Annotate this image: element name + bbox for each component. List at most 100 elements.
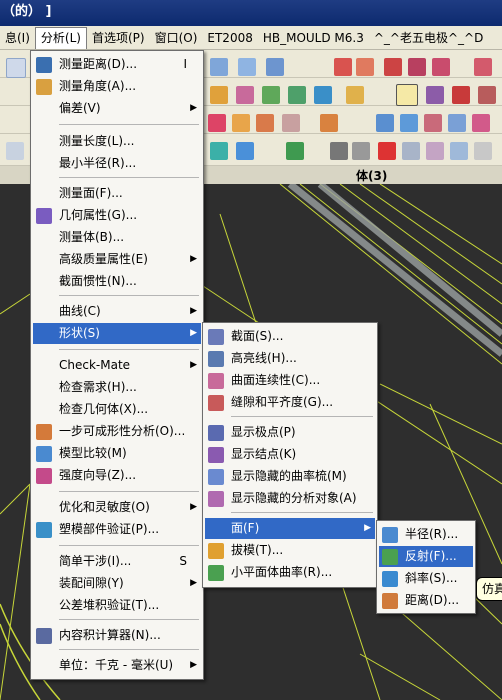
measure-icon[interactable] (426, 86, 444, 104)
volume-calculator-icon (36, 628, 52, 644)
shape-menu-item[interactable]: 显示结点(K) (205, 444, 375, 465)
face-menu-item[interactable]: 反射(F)... (379, 546, 473, 567)
view-icon[interactable] (266, 58, 284, 76)
tool-icon[interactable] (402, 142, 420, 160)
analysis-menu-item[interactable]: 最小半径(R)... (33, 153, 201, 174)
link-icon[interactable] (396, 84, 418, 106)
analysis-menu-item[interactable]: 截面惯性(N)... (33, 271, 201, 292)
analysis-menu-item[interactable]: 测量距离(D)... I (33, 54, 201, 75)
surface-icon[interactable] (288, 86, 306, 104)
shape-menu-item[interactable]: 截面(S)... (205, 326, 375, 347)
tool-icon[interactable] (352, 142, 370, 160)
menu-separator (59, 619, 199, 620)
sheet-icon[interactable] (376, 114, 394, 132)
feature-icon[interactable] (208, 114, 226, 132)
zoom-icon[interactable] (6, 58, 26, 78)
analysis-menu-item[interactable]: 测量角度(A)... (33, 76, 201, 97)
analysis-menu-item[interactable]: 塑模部件验证(P)... (33, 519, 201, 540)
shape-menu-item[interactable]: 高亮线(H)... (205, 348, 375, 369)
menu-analysis[interactable]: 分析(L) (34, 26, 87, 49)
face-menu-item[interactable]: 半径(R)... (379, 524, 473, 545)
analysis-menu-item[interactable]: 形状(S) ▶ (33, 323, 201, 344)
feature-icon[interactable] (232, 114, 250, 132)
tool-icon[interactable] (450, 142, 468, 160)
feature-icon[interactable] (282, 114, 300, 132)
menu-preferences[interactable]: 首选项(P) (87, 28, 150, 48)
menu-et2008[interactable]: ET2008 (202, 28, 257, 48)
view-icon[interactable] (238, 58, 256, 76)
shading-icon[interactable] (210, 86, 228, 104)
arc-icon[interactable] (356, 58, 374, 76)
menu-window[interactable]: 窗口(O) (150, 28, 203, 48)
face-menu-item-label: 斜率(S)... (405, 571, 458, 585)
curve-icon[interactable] (474, 58, 492, 76)
shape-menu-item[interactable]: 显示极点(P) (205, 422, 375, 443)
sheet-icon[interactable] (400, 114, 418, 132)
analysis-menu-item[interactable]: 公差堆积验证(T)... (33, 595, 201, 616)
tool-icon[interactable] (236, 142, 254, 160)
analysis-menu-item[interactable]: 几何属性(G)... (33, 205, 201, 226)
analysis-menu-item-label: 模型比较(M) (59, 446, 127, 460)
analysis-menu-item[interactable]: 检查需求(H)... (33, 377, 201, 398)
surface-icon[interactable] (262, 86, 280, 104)
analysis-menu-item-label: 形状(S) (59, 326, 100, 340)
analysis-menu-item-label: 简单干涉(I)... (59, 554, 132, 568)
analysis-menu-item[interactable]: 曲线(C) ▶ (33, 301, 201, 322)
menu-electrode[interactable]: ^_^老五电极^_^D (369, 28, 488, 48)
render-icon[interactable] (236, 86, 254, 104)
analysis-menu-item[interactable]: Check-Mate ▶ (33, 355, 201, 376)
tool-icon[interactable] (286, 142, 304, 160)
shape-menu-item[interactable]: 小平面体曲率(R)... (205, 562, 375, 583)
move-icon[interactable] (432, 58, 450, 76)
analysis-menu-item[interactable]: 单位：千克 - 毫米(U) ▶ (33, 655, 201, 676)
line-icon[interactable] (334, 58, 352, 76)
face-menu-item[interactable]: 斜率(S)... (379, 568, 473, 589)
analysis-menu-item[interactable]: 测量长度(L)... (33, 131, 201, 152)
analysis-menu-item[interactable]: 简单干涉(I)... S (33, 551, 201, 572)
analysis-menu-item[interactable]: 一步可成形性分析(O)... (33, 421, 201, 442)
angle-icon[interactable] (452, 86, 470, 104)
tool-icon[interactable] (210, 142, 228, 160)
sheet-icon[interactable] (472, 114, 490, 132)
analysis-menu-item[interactable]: 内容积计算器(N)... (33, 625, 201, 646)
menu-separator (59, 349, 199, 350)
text-icon[interactable] (384, 58, 402, 76)
analysis-menu-item-label: Check-Mate (59, 358, 131, 372)
shape-menu-item[interactable]: 曲面连续性(C)... (205, 370, 375, 391)
analysis-menu-item-label: 几何属性(G)... (59, 208, 138, 222)
analysis-menu-item[interactable]: 测量面(F)... (33, 183, 201, 204)
view-icon[interactable] (210, 58, 228, 76)
sheet-icon[interactable] (424, 114, 442, 132)
analysis-menu-item[interactable]: 模型比较(M) (33, 443, 201, 464)
analysis-menu-item-label: 优化和灵敏度(O) (59, 500, 150, 514)
menu-hb-mould[interactable]: HB_MOULD M6.3 (258, 28, 369, 48)
point-icon[interactable] (408, 58, 426, 76)
surface-icon[interactable] (314, 86, 332, 104)
face-menu-item[interactable]: 距离(D)... (379, 590, 473, 611)
shape-menu-item[interactable]: 显示隐藏的分析对象(A) (205, 488, 375, 509)
analysis-menu-item[interactable]: 检查几何体(X)... (33, 399, 201, 420)
analysis-menu-item[interactable]: 强度向导(Z)... (33, 465, 201, 486)
shape-menu-item[interactable]: 拔模(T)... (205, 540, 375, 561)
tool-icon[interactable] (474, 142, 492, 160)
tool-icon[interactable] (6, 142, 24, 160)
menu-info[interactable]: 息(I) (0, 28, 35, 48)
shape-menu-item[interactable]: 面(F) ▶ (205, 518, 375, 539)
feature-icon[interactable] (256, 114, 274, 132)
analysis-menu-item[interactable]: 优化和灵敏度(O) ▶ (33, 497, 201, 518)
title-bar: （的） ] (0, 0, 502, 26)
shape-menu-item[interactable]: 显示隐藏的曲率梳(M) (205, 466, 375, 487)
layer-icon[interactable] (346, 86, 364, 104)
tool-icon[interactable] (426, 142, 444, 160)
analysis-menu-item[interactable]: 偏差(V) ▶ (33, 98, 201, 119)
shape-menu-item[interactable]: 缝隙和平齐度(G)... (205, 392, 375, 413)
strength-wizard-icon (36, 468, 52, 484)
angle-icon[interactable] (478, 86, 496, 104)
analysis-menu-item[interactable]: 装配间隙(Y) ▶ (33, 573, 201, 594)
tool-icon[interactable] (378, 142, 396, 160)
sheet-icon[interactable] (448, 114, 466, 132)
analysis-menu-item[interactable]: 测量体(B)... (33, 227, 201, 248)
feature-icon[interactable] (320, 114, 338, 132)
analysis-menu-item[interactable]: 高级质量属性(E) ▶ (33, 249, 201, 270)
tool-icon[interactable] (330, 142, 348, 160)
